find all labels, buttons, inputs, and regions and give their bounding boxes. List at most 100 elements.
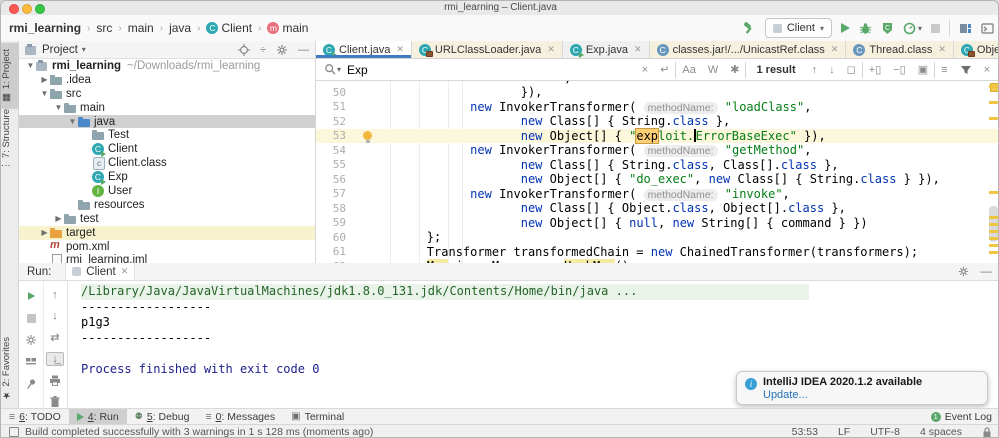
close-search-icon[interactable]: × <box>984 64 990 76</box>
select-all-occurrences-icon[interactable]: ▣ <box>918 63 928 76</box>
close-tab-icon[interactable]: ✕ <box>831 44 839 55</box>
build-hammer-icon[interactable] <box>742 21 756 35</box>
tree-item-main[interactable]: ▼main <box>19 101 315 115</box>
open-in-find-window-icon[interactable]: ◻ <box>847 63 856 76</box>
warning-stripe-mark[interactable] <box>989 85 998 88</box>
code-line-52[interactable]: 52 new Class[] { String.class }, <box>316 114 999 129</box>
tree-item-Client[interactable]: CClient <box>19 142 315 156</box>
tree-collapsed-arrow-icon[interactable]: ▶ <box>39 75 50 84</box>
tree-item-Client.class[interactable]: Client.class <box>19 156 315 170</box>
tool-strip-project[interactable]: ▦ 1: Project <box>1 43 19 109</box>
add-occurrence-icon[interactable]: +▯ <box>869 63 881 76</box>
gear-icon[interactable] <box>276 44 288 56</box>
file-encoding[interactable]: UTF-8 <box>870 426 900 438</box>
tree-item-User[interactable]: IUser <box>19 184 315 198</box>
collapse-all-icon[interactable]: ÷ <box>260 44 266 56</box>
run-button[interactable] <box>841 23 850 33</box>
rerun-icon[interactable] <box>23 289 39 303</box>
remove-occurrence-icon[interactable]: −▯ <box>893 63 905 76</box>
warning-stripe-mark[interactable] <box>989 216 998 219</box>
hide-panel-icon[interactable]: — <box>981 266 993 278</box>
breadcrumb-item-src[interactable]: src <box>96 21 112 35</box>
tree-item-.idea[interactable]: ▶.idea <box>19 73 315 87</box>
settings-icon[interactable] <box>23 333 39 347</box>
indent-setting[interactable]: 4 spaces <box>920 426 962 438</box>
close-tab-icon[interactable]: ✕ <box>547 44 555 55</box>
tool-strip-structure[interactable]: ⋮ 7: Structure <box>1 103 19 176</box>
close-icon[interactable]: ✕ <box>121 266 129 277</box>
tree-collapsed-arrow-icon[interactable]: ▶ <box>53 214 64 223</box>
warning-stripe-mark[interactable] <box>989 101 998 104</box>
background-tasks-icon[interactable] <box>9 427 19 437</box>
whole-words-toggle[interactable]: W <box>708 64 718 76</box>
tree-item-rmi_learning.iml[interactable]: rmi_learning.iml <box>19 253 315 263</box>
coverage-icon[interactable]: C <box>881 22 894 35</box>
tree-expanded-arrow-icon[interactable]: ▼ <box>25 61 36 70</box>
multiline-icon[interactable]: ≡ <box>941 64 947 76</box>
run-configuration-select[interactable]: Client ▾ <box>765 18 832 38</box>
code-line-54[interactable]: 54 new InvokerTransformer( methodName: "… <box>316 143 999 158</box>
clear-console-icon[interactable] <box>47 395 63 408</box>
tool-window-button-5: Debug[interactable]: ⚉5: Debug <box>127 409 198 424</box>
debug-icon[interactable] <box>859 22 872 35</box>
search-icon[interactable] <box>324 63 337 76</box>
warning-stripe-mark[interactable] <box>989 191 998 194</box>
tree-item-Test[interactable]: Test <box>19 128 315 142</box>
tool-window-button-Terminal[interactable]: ▣Terminal <box>283 409 352 424</box>
breadcrumb-item-main[interactable]: main <box>128 21 154 35</box>
chevron-down-icon[interactable]: ▾ <box>82 45 86 54</box>
tab-ObjectInputStream.java[interactable]: CObjectInputStream.java✕ <box>954 41 999 58</box>
down-stack-icon[interactable]: ↓ <box>47 310 63 323</box>
code-line-59[interactable]: 59 new Object[] { null, new String[] { c… <box>316 216 999 231</box>
gear-icon[interactable] <box>958 266 969 277</box>
code-line-58[interactable]: 58 new Class[] { Object.class, Object[].… <box>316 201 999 216</box>
project-panel-title[interactable]: Project <box>42 44 78 56</box>
search-input[interactable]: Exp <box>347 63 368 77</box>
update-notification[interactable]: i IntelliJ IDEA 2020.1.2 available Updat… <box>736 371 988 405</box>
warning-stripe-mark[interactable] <box>989 117 998 120</box>
tab-Exp.java[interactable]: CExp.java✕ <box>563 41 650 58</box>
close-tab-icon[interactable]: ✕ <box>938 44 946 55</box>
breadcrumb-item-main[interactable]: mmain <box>267 21 308 35</box>
warning-stripe-mark[interactable] <box>989 244 998 247</box>
scroll-to-end-icon[interactable]: ↓̲ <box>46 352 64 367</box>
code-line-53[interactable]: 53 new Object[] { "exploit.ErrorBaseExec… <box>316 129 999 144</box>
pin-icon[interactable] <box>23 377 39 391</box>
locate-file-icon[interactable] <box>238 44 250 56</box>
code-line-61[interactable]: 61 Transformer transformedChain = new Ch… <box>316 245 999 260</box>
caret-position[interactable]: 53:53 <box>792 426 818 438</box>
tool-window-button-4: Run[interactable]: 4: Run <box>69 409 127 424</box>
tree-item-Exp[interactable]: CExp <box>19 170 315 184</box>
breadcrumb-item-java[interactable]: java <box>169 21 191 35</box>
tab-URLClassLoader.java[interactable]: CURLClassLoader.java✕ <box>412 41 563 58</box>
tree-expanded-arrow-icon[interactable]: ▼ <box>39 89 50 98</box>
layout-icon[interactable] <box>959 22 972 35</box>
tab-Thread.class[interactable]: CThread.class✕ <box>846 41 954 58</box>
tree-item-pom.xml[interactable]: pom.xml <box>19 240 315 254</box>
lock-icon[interactable] <box>982 427 992 438</box>
code-editor[interactable]: ,50 }),51 new InvokerTransformer( method… <box>316 81 999 263</box>
close-tab-icon[interactable]: ✕ <box>634 44 642 55</box>
run-tab-client[interactable]: Client ✕ <box>65 263 135 280</box>
status-message[interactable]: Build completed successfully with 3 warn… <box>25 426 373 438</box>
match-case-toggle[interactable]: Aa <box>682 64 695 76</box>
filter-icon[interactable] <box>960 64 972 76</box>
code-line-56[interactable]: 56 new Object[] { "do_exec", new Class[]… <box>316 172 999 187</box>
newline-icon[interactable]: ↵ <box>660 63 669 76</box>
intention-bulb-icon[interactable] <box>363 131 372 140</box>
next-match-icon[interactable]: ↓ <box>829 64 835 76</box>
tab-Client.java[interactable]: CClient.java✕ <box>316 41 412 58</box>
regex-toggle[interactable]: ✱ <box>730 63 739 76</box>
code-line-50[interactable]: 50 }), <box>316 85 999 100</box>
update-link[interactable]: Update... <box>763 389 979 401</box>
line-separator[interactable]: LF <box>838 426 850 438</box>
tree-item-java[interactable]: ▼java <box>19 115 315 129</box>
tree-item-test[interactable]: ▶test <box>19 212 315 226</box>
tree-item-src[interactable]: ▼src <box>19 87 315 101</box>
tree-item-target[interactable]: ▶target <box>19 226 315 240</box>
profiler-button[interactable]: ▾ <box>903 22 922 35</box>
run-anything-icon[interactable] <box>981 22 994 35</box>
warning-stripe-mark[interactable] <box>989 237 998 240</box>
breadcrumb-item-rmi_learning[interactable]: rmi_learning <box>9 21 81 35</box>
dump-threads-icon[interactable] <box>23 355 39 369</box>
